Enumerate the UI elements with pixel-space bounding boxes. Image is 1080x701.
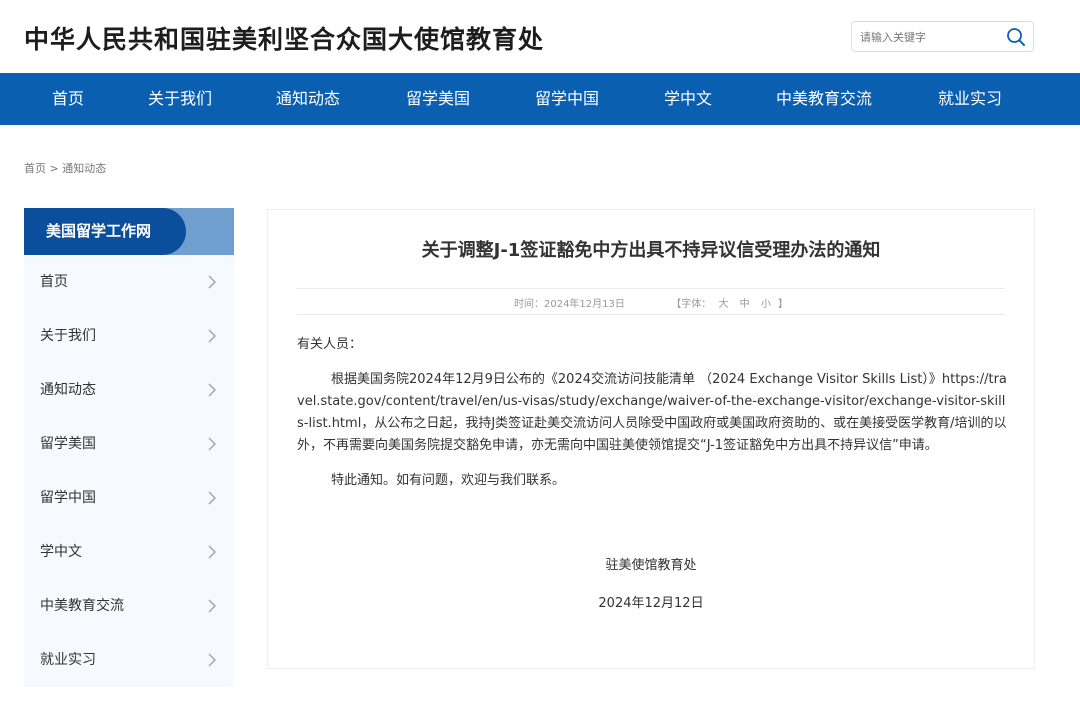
sidebar-item-home[interactable]: 首页 [24, 255, 234, 309]
notice-text: 特此通知。如有问题，欢迎与我们联系。 [331, 473, 566, 488]
article-date: 2024年12月12日 [598, 596, 704, 611]
chevron-right-icon [208, 545, 216, 559]
nav-item-home[interactable]: 首页 [52, 73, 84, 125]
sidebar-item-label: 就业实习 [40, 652, 96, 668]
chevron-right-icon [208, 329, 216, 343]
article-meta: 时间：2024年12月13日 【字体： 大 中 小 】 [268, 295, 1034, 310]
nav-item-news[interactable]: 通知动态 [276, 73, 340, 125]
divider [297, 288, 1005, 289]
sidebar-item-label: 中美教育交流 [40, 598, 124, 614]
article-body: 有关人员： 根据美国务院2024年12月9日公布的《2024交流访问技能清单 （… [297, 334, 1007, 492]
paragraph: 根据美国务院2024年12月9日公布的《2024交流访问技能清单 （2024 E… [297, 369, 1007, 457]
article-card: 关于调整J-1签证豁免中方出具不持异议信受理办法的通知 时间：2024年12月1… [267, 209, 1035, 669]
sidebar-item-study-us[interactable]: 留学美国 [24, 417, 234, 471]
chevron-right-icon [208, 437, 216, 451]
breadcrumb-separator: > [49, 162, 59, 175]
article-title: 关于调整J-1签证豁免中方出具不持异议信受理办法的通知 [421, 240, 881, 261]
nav-item-about[interactable]: 关于我们 [148, 73, 212, 125]
sidebar-item-learn-chinese[interactable]: 学中文 [24, 525, 234, 579]
font-size-close: 】 [778, 299, 789, 310]
font-size-small-button[interactable]: 小 [761, 299, 771, 310]
search-input[interactable] [860, 27, 1000, 47]
sidebar-item-exchange[interactable]: 中美教育交流 [24, 579, 234, 633]
sidebar-item-about[interactable]: 关于我们 [24, 309, 234, 363]
sidebar-item-study-china[interactable]: 留学中国 [24, 471, 234, 525]
nav-item-learn-chinese[interactable]: 学中文 [664, 73, 712, 125]
sidebar-item-news[interactable]: 通知动态 [24, 363, 234, 417]
sidebar-item-label: 学中文 [40, 544, 82, 560]
sidebar-list: 首页 关于我们 通知动态 留学美国 留学中国 学中文 中美教育交流 就业实习 [24, 255, 234, 687]
main-nav: 首页 关于我们 通知动态 留学美国 留学中国 学中文 中美教育交流 就业实习 [0, 73, 1080, 125]
paragraph-text: 根据美国务院2024年12月9日公布的《2024交流访问技能清单 （2024 E… [331, 372, 942, 387]
sidebar-item-label: 通知动态 [40, 382, 96, 398]
publish-time: 2024年12月13日 [543, 299, 625, 310]
divider [297, 314, 1005, 315]
site-title[interactable]: 中华人民共和国驻美利坚合众国大使馆教育处 [24, 20, 544, 56]
search-box [851, 21, 1034, 52]
sidebar-item-careers[interactable]: 就业实习 [24, 633, 234, 687]
search-icon[interactable] [1005, 26, 1027, 48]
time-label: 时间： [513, 299, 544, 310]
breadcrumb-current[interactable]: 通知动态 [62, 162, 106, 175]
sidebar-item-label: 留学中国 [40, 490, 96, 506]
greeting: 有关人员： [297, 337, 363, 352]
site-header: 中华人民共和国驻美利坚合众国大使馆教育处 [0, 0, 1080, 73]
chevron-right-icon [208, 599, 216, 613]
nav-item-careers[interactable]: 就业实习 [938, 73, 1002, 125]
sidebar-title: 美国留学工作网 [46, 222, 152, 240]
sidebar-header: 美国留学工作网 [24, 208, 234, 255]
paragraph-text: ，从公布之日起，我持J类签证赴美交流访问人员除受中国政府或美国政府资助的、或在美… [297, 416, 1007, 453]
sidebar-item-label: 留学美国 [40, 436, 96, 452]
chevron-right-icon [208, 275, 216, 289]
font-size-medium-button[interactable]: 中 [740, 299, 750, 310]
font-size-label: 【字体： [671, 299, 712, 310]
breadcrumb: 首页 > 通知动态 [24, 160, 106, 176]
nav-item-study-us[interactable]: 留学美国 [406, 73, 470, 125]
sidebar-item-label: 首页 [40, 274, 68, 290]
chevron-right-icon [208, 491, 216, 505]
chevron-right-icon [208, 383, 216, 397]
nav-item-study-china[interactable]: 留学中国 [535, 73, 599, 125]
chevron-right-icon [208, 653, 216, 667]
nav-item-exchange[interactable]: 中美教育交流 [776, 73, 872, 125]
font-size-large-button[interactable]: 大 [718, 299, 728, 310]
sidebar: 美国留学工作网 首页 关于我们 通知动态 留学美国 留学中国 学中文 中美教育交… [24, 208, 234, 687]
sidebar-item-label: 关于我们 [40, 328, 96, 344]
signature: 驻美使馆教育处 [605, 558, 697, 573]
breadcrumb-home[interactable]: 首页 [24, 162, 46, 175]
